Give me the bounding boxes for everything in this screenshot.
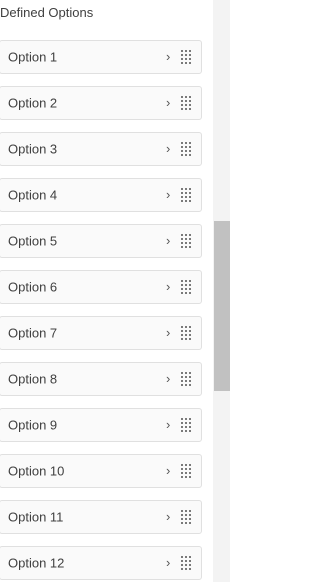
option-item[interactable]: Option 7 › <box>0 316 202 350</box>
chevron-right-icon[interactable]: › <box>166 96 170 109</box>
drag-handle-icon[interactable] <box>181 280 192 294</box>
drag-handle-icon[interactable] <box>181 510 192 524</box>
section-title: Defined Options <box>0 5 94 20</box>
chevron-right-icon[interactable]: › <box>166 556 170 569</box>
option-label: Option 2 <box>8 95 58 111</box>
option-item[interactable]: Option 2 › <box>0 86 202 120</box>
drag-handle-icon[interactable] <box>181 556 192 570</box>
drag-handle-icon[interactable] <box>181 142 192 156</box>
scrollbar-thumb[interactable] <box>214 221 230 391</box>
drag-handle-icon[interactable] <box>181 372 192 386</box>
option-label: Option 4 <box>8 187 58 203</box>
option-item[interactable]: Option 3 › <box>0 132 202 166</box>
option-item[interactable]: Option 6 › <box>0 270 202 304</box>
option-label: Option 12 <box>8 555 65 571</box>
option-label: Option 5 <box>8 233 58 249</box>
option-label: Option 10 <box>8 463 65 479</box>
options-panel: Defined Options Option 1 › Option 2 › Op… <box>0 0 213 582</box>
options-list: Option 1 › Option 2 › Option 3 › Option … <box>0 40 202 582</box>
drag-handle-icon[interactable] <box>181 418 192 432</box>
option-label: Option 11 <box>8 509 64 525</box>
option-label: Option 6 <box>8 279 58 295</box>
chevron-right-icon[interactable]: › <box>166 510 170 523</box>
drag-handle-icon[interactable] <box>181 50 192 64</box>
chevron-right-icon[interactable]: › <box>166 326 170 339</box>
chevron-right-icon[interactable]: › <box>166 280 170 293</box>
drag-handle-icon[interactable] <box>181 96 192 110</box>
option-label: Option 9 <box>8 417 58 433</box>
option-item[interactable]: Option 12 › <box>0 546 202 580</box>
drag-handle-icon[interactable] <box>181 234 192 248</box>
option-item[interactable]: Option 1 › <box>0 40 202 74</box>
option-item[interactable]: Option 9 › <box>0 408 202 442</box>
option-label: Option 1 <box>8 49 58 65</box>
drag-handle-icon[interactable] <box>181 464 192 478</box>
chevron-right-icon[interactable]: › <box>166 50 170 63</box>
chevron-right-icon[interactable]: › <box>166 418 170 431</box>
chevron-right-icon[interactable]: › <box>166 372 170 385</box>
option-item[interactable]: Option 4 › <box>0 178 202 212</box>
option-label: Option 7 <box>8 325 58 341</box>
drag-handle-icon[interactable] <box>181 326 192 340</box>
option-item[interactable]: Option 10 › <box>0 454 202 488</box>
chevron-right-icon[interactable]: › <box>166 464 170 477</box>
chevron-right-icon[interactable]: › <box>166 188 170 201</box>
option-item[interactable]: Option 8 › <box>0 362 202 396</box>
chevron-right-icon[interactable]: › <box>166 234 170 247</box>
option-label: Option 3 <box>8 141 58 157</box>
option-item[interactable]: Option 11 › <box>0 500 202 534</box>
chevron-right-icon[interactable]: › <box>166 142 170 155</box>
option-label: Option 8 <box>8 371 58 387</box>
option-item[interactable]: Option 5 › <box>0 224 202 258</box>
drag-handle-icon[interactable] <box>181 188 192 202</box>
